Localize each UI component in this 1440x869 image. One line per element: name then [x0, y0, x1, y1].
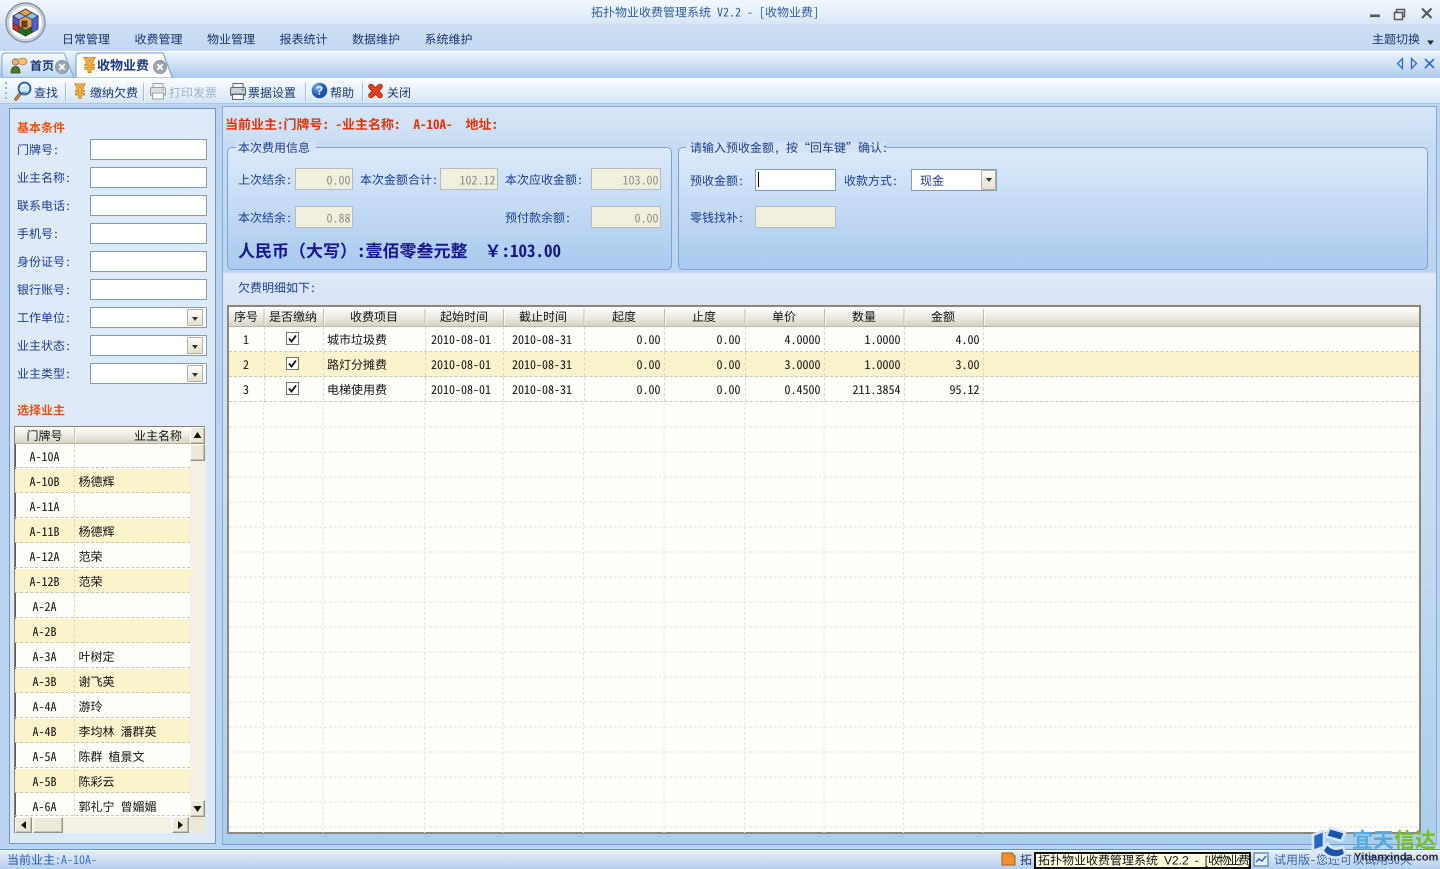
svg-text:?: ? [316, 86, 323, 98]
